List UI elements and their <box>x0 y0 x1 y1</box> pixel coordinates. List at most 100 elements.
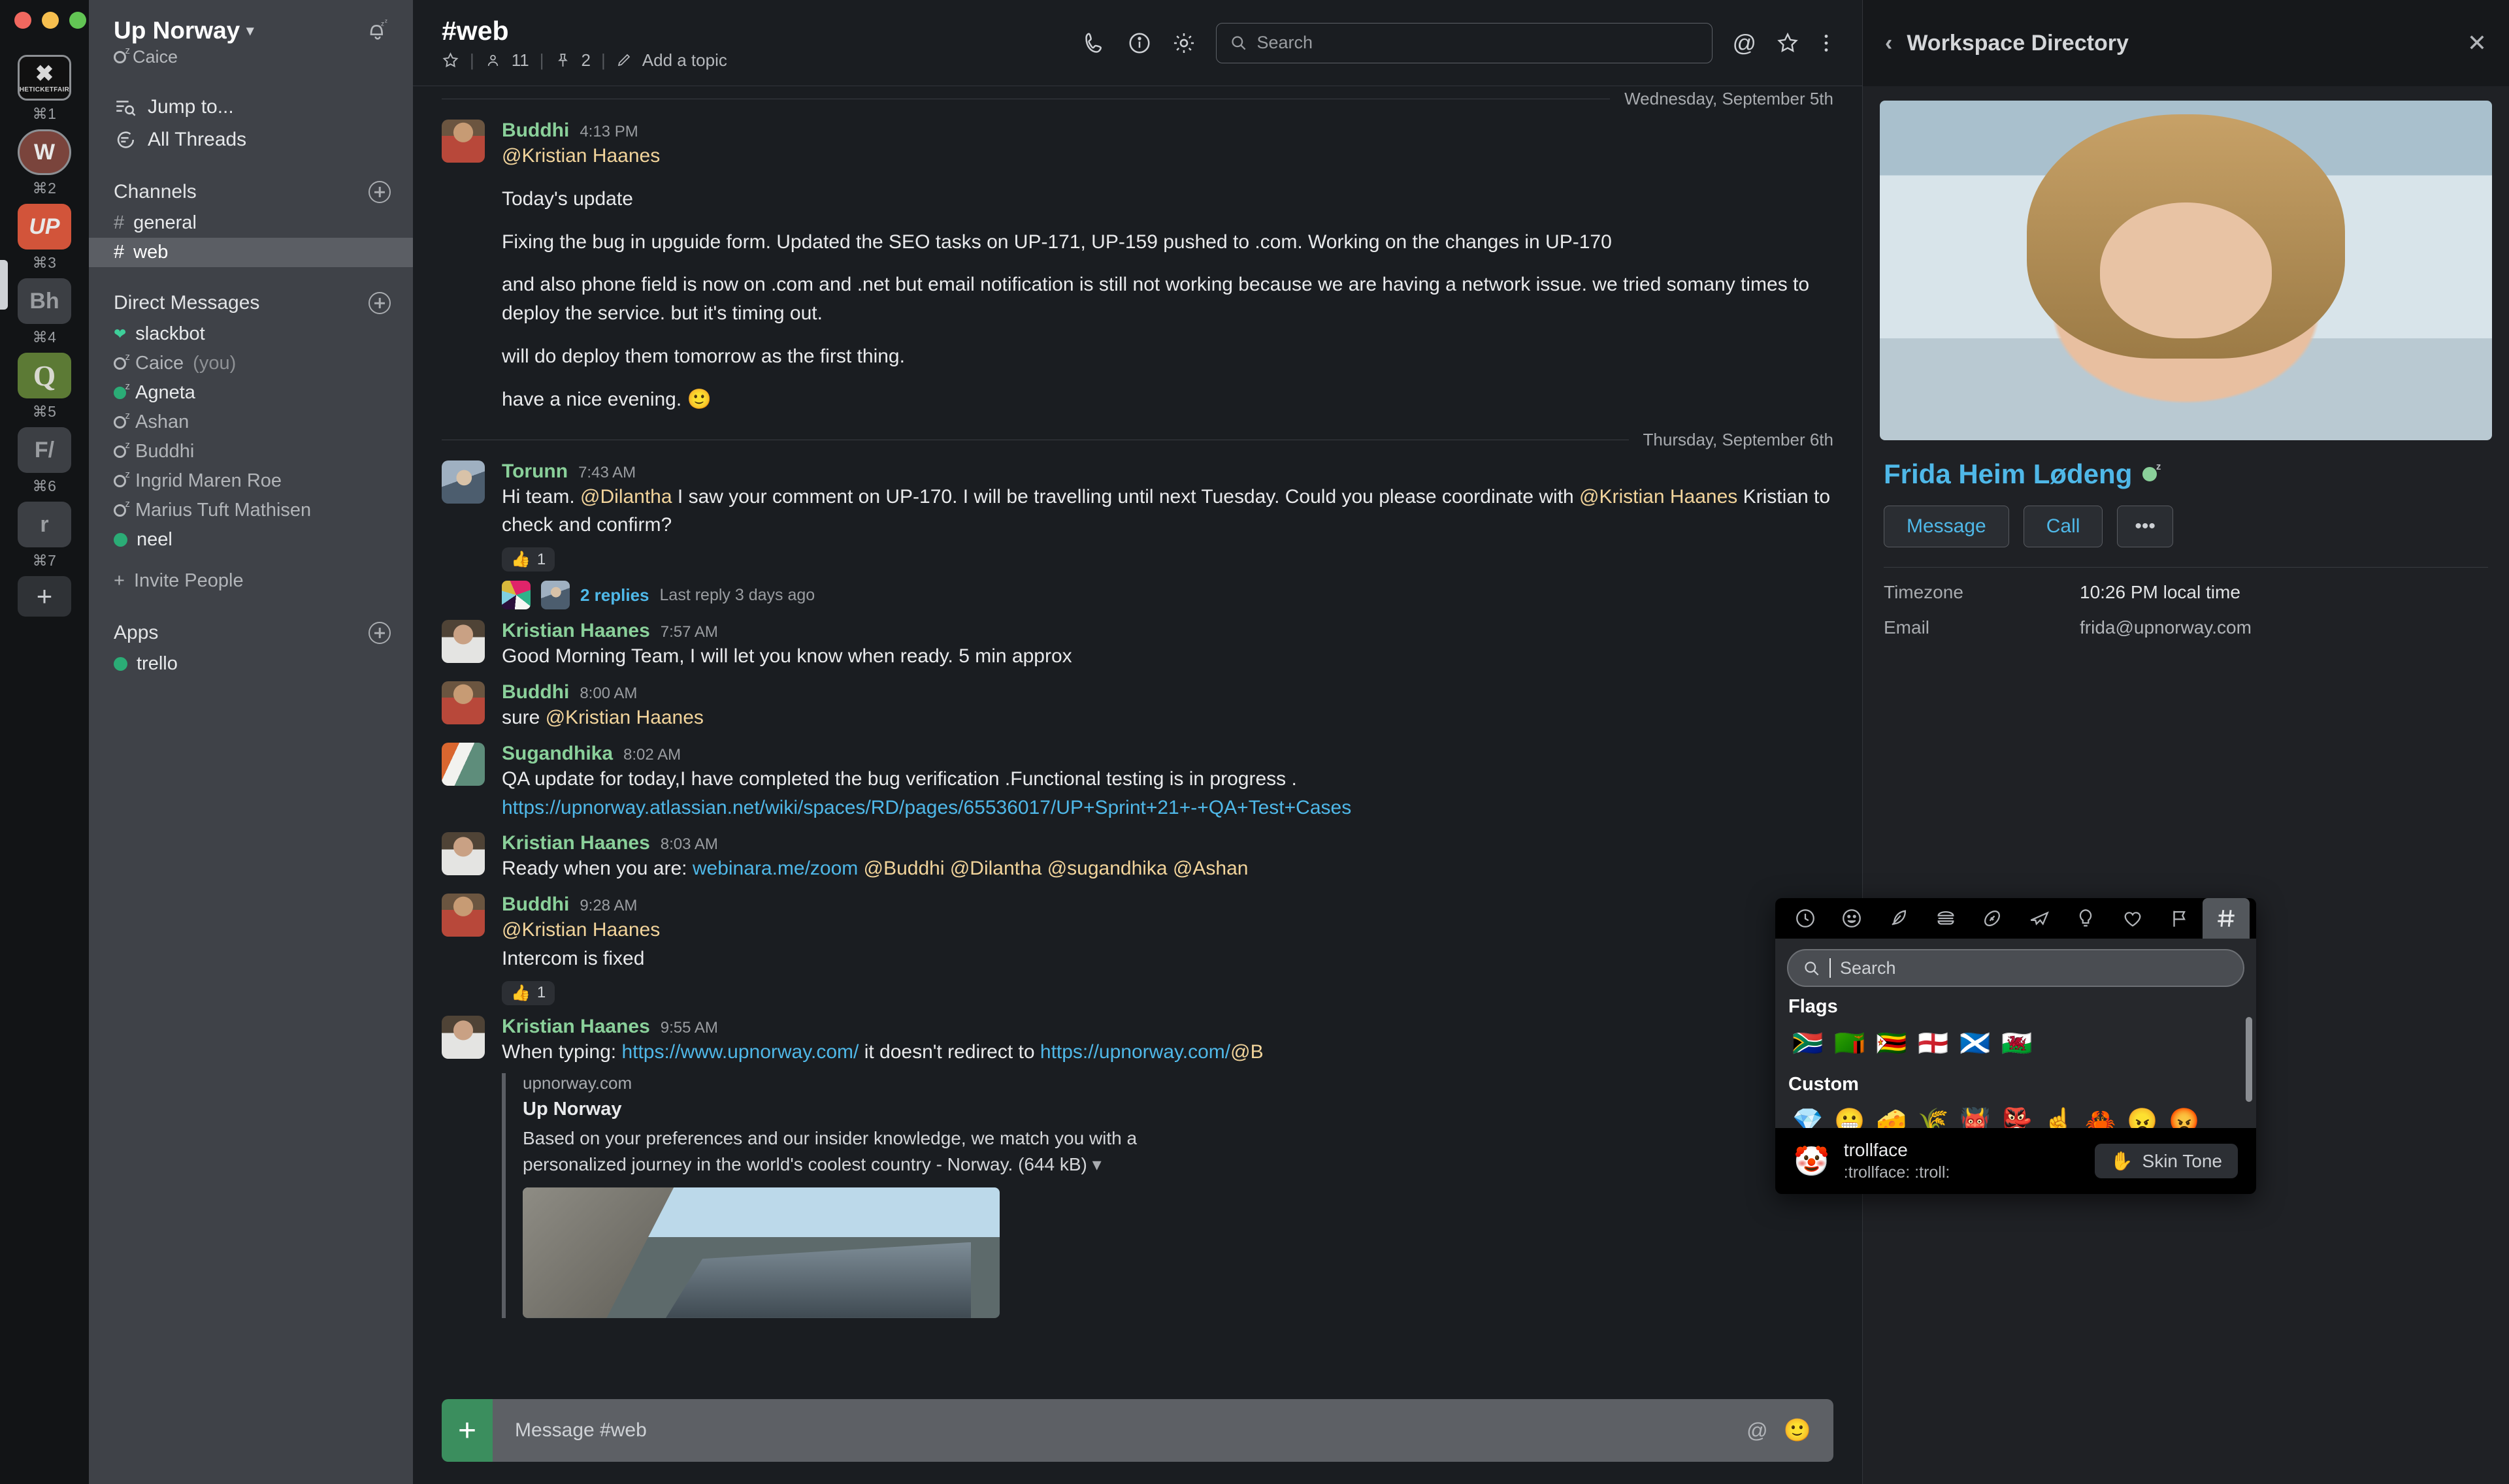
add-workspace-button[interactable]: + <box>18 576 71 617</box>
thread-summary[interactable]: 2 replies Last reply 3 days ago <box>502 581 1833 610</box>
message-author[interactable]: Kristian Haanes <box>502 832 650 854</box>
emoji-tab-symbols[interactable] <box>2109 898 2156 939</box>
reaction-pill[interactable]: 👍 1 <box>502 547 555 572</box>
message-mentions[interactable]: @Buddhi @Dilantha @sugandhika @Ashan <box>864 858 1249 879</box>
add-dm-icon[interactable] <box>369 292 391 314</box>
sidebar-item-caice[interactable]: Caice (you) <box>89 349 413 378</box>
emoji-cell[interactable]: 🌾 <box>1912 1101 1954 1128</box>
mentions-icon[interactable]: @ <box>1732 29 1756 57</box>
emoji-cell[interactable]: 🇿🇼 <box>1871 1023 1912 1065</box>
emoji-cell[interactable]: 😠 <box>2122 1101 2163 1128</box>
members-icon[interactable] <box>485 52 501 69</box>
emoji-picker[interactable]: Search Flags 🇿🇦 🇿🇲 🇿🇼 🏴󠁧󠁢󠁥󠁮󠁧󠁿 🏴󠁧󠁢󠁳󠁣󠁴󠁿 🏴󠁧… <box>1775 898 2256 1194</box>
message-link[interactable]: webinara.me/zoom <box>693 858 858 879</box>
avatar[interactable] <box>442 120 485 163</box>
emoji-cell[interactable]: 🏴󠁧󠁢󠁷󠁬󠁳󠁿 <box>1996 1023 2038 1065</box>
emoji-cell[interactable]: 🦀 <box>2080 1101 2122 1128</box>
message-row[interactable]: Sugandhika 8:02 AM QA update for today,I… <box>413 736 1862 826</box>
emoji-tab-objects[interactable] <box>2063 898 2110 939</box>
emoji-cell[interactable]: 🇿🇦 <box>1787 1023 1829 1065</box>
workspace-up-norway[interactable]: UP ⌘3 <box>18 204 71 272</box>
emoji-tab-custom[interactable] <box>2203 898 2250 939</box>
message-mention[interactable]: @Kristian Haanes <box>1579 486 1737 508</box>
sidebar-item-trello[interactable]: trello <box>89 649 413 679</box>
message-mention[interactable]: @Kristian Haanes <box>546 707 704 728</box>
message-link-primary[interactable]: https://www.upnorway.com/ <box>621 1041 859 1063</box>
message-author[interactable]: Sugandhika <box>502 743 613 765</box>
add-app-icon[interactable] <box>369 622 391 644</box>
pencil-icon[interactable] <box>616 52 632 68</box>
emoji-tab-nature[interactable] <box>1875 898 1922 939</box>
workspace-bh[interactable]: Bh ⌘4 <box>18 278 71 346</box>
emoji-cell[interactable]: 🏴󠁧󠁢󠁳󠁣󠁴󠁿 <box>1954 1023 1996 1065</box>
message-button[interactable]: Message <box>1884 506 2009 547</box>
starred-items-icon[interactable] <box>1776 31 1799 55</box>
pins-count[interactable]: 2 <box>582 50 591 71</box>
sidebar-item-slackbot[interactable]: ❤ slackbot <box>89 319 413 349</box>
unfurl-title[interactable]: Up Norway <box>523 1099 1833 1120</box>
avatar[interactable] <box>442 1015 485 1059</box>
message-mention[interactable]: @Kristian Haanes <box>502 142 1833 170</box>
avatar[interactable] <box>442 681 485 724</box>
message-author[interactable]: Kristian Haanes <box>502 1016 650 1038</box>
avatar[interactable] <box>442 620 485 664</box>
emoji-cell[interactable]: 🇿🇲 <box>1829 1023 1871 1065</box>
close-icon[interactable]: ✕ <box>2467 29 2487 57</box>
maximize-window-button[interactable] <box>69 12 86 29</box>
emoji-scrollbar[interactable] <box>2246 1017 2252 1102</box>
sidebar-item-web[interactable]: # web <box>89 238 413 267</box>
add-topic-button[interactable]: Add a topic <box>642 50 727 71</box>
caret-down-icon[interactable]: ▾ <box>1092 1154 1102 1174</box>
message-row[interactable]: Buddhi 9:28 AM @Kristian Haanes Intercom… <box>413 887 1862 1009</box>
emoji-grid-custom[interactable]: 💎 😬 🧀 🌾 👹 👺 ☝️ 🦀 😠 😡 😤 🤘 🤪 🐱 🐷 🏳️‍� <box>1787 1101 2244 1128</box>
message-row[interactable]: Torunn 7:43 AM Hi team. @Dilantha I saw … <box>413 454 1862 614</box>
link-unfurl[interactable]: upnorway.com Up Norway Based on your pre… <box>502 1073 1833 1318</box>
gear-icon[interactable] <box>1172 31 1196 56</box>
message-author[interactable]: Buddhi <box>502 894 569 916</box>
message-row[interactable]: Kristian Haanes 7:57 AM Good Morning Tea… <box>413 613 1862 675</box>
emoji-cell[interactable]: 👹 <box>1954 1101 1996 1128</box>
info-icon[interactable] <box>1127 31 1152 56</box>
members-count[interactable]: 11 <box>512 50 529 71</box>
skin-tone-button[interactable]: ✋ Skin Tone <box>2094 1144 2238 1178</box>
avatar[interactable] <box>442 832 485 876</box>
avatar[interactable] <box>442 742 485 786</box>
message-author[interactable]: Torunn <box>502 460 568 483</box>
mention-icon[interactable]: @ <box>1746 1419 1767 1443</box>
pin-icon[interactable] <box>555 52 571 69</box>
minimize-window-button[interactable] <box>42 12 59 29</box>
add-channel-icon[interactable] <box>369 181 391 203</box>
emoji-cell[interactable]: 👺 <box>1996 1101 2038 1128</box>
reaction-pill[interactable]: 👍 1 <box>502 980 555 1005</box>
message-author[interactable]: Kristian Haanes <box>502 620 650 642</box>
emoji-tab-food[interactable] <box>1922 898 1969 939</box>
emoji-cell[interactable]: 🏴󠁧󠁢󠁥󠁮󠁧󠁿 <box>1912 1023 1954 1065</box>
message-link[interactable]: https://upnorway.atlassian.net/wiki/spac… <box>502 794 1833 822</box>
emoji-picker-body[interactable]: Search Flags 🇿🇦 🇿🇲 🇿🇼 🏴󠁧󠁢󠁥󠁮󠁧󠁿 🏴󠁧󠁢󠁳󠁣󠁴󠁿 🏴󠁧… <box>1775 939 2256 1128</box>
search-input[interactable]: Search <box>1216 22 1713 63</box>
emoji-cell[interactable]: ☝️ <box>2038 1101 2080 1128</box>
message-mention-tail[interactable]: @B <box>1230 1041 1263 1063</box>
emoji-search-input[interactable]: Search <box>1787 949 2244 987</box>
sidebar-item-ingrid-maren-roe[interactable]: Ingrid Maren Roe <box>89 466 413 496</box>
message-list[interactable]: Wednesday, September 5th Buddhi 4:13 PM … <box>413 86 1862 1389</box>
message-row[interactable]: Kristian Haanes 8:03 AM Ready when you a… <box>413 826 1862 887</box>
sidebar-item-all-threads[interactable]: All Threads <box>89 123 413 156</box>
workspace-q[interactable]: Q ⌘5 <box>18 353 71 421</box>
sidebar-item-buddhi[interactable]: Buddhi <box>89 437 413 466</box>
field-value[interactable]: frida@upnorway.com <box>2080 617 2252 638</box>
chevron-left-icon[interactable]: ‹ <box>1885 31 1892 56</box>
emoji-cell[interactable]: 😡 <box>2163 1101 2205 1128</box>
message-row[interactable]: Buddhi 4:13 PM @Kristian Haanes Today's … <box>413 113 1862 418</box>
sidebar-item-agneta[interactable]: Agneta <box>89 378 413 408</box>
workspace-theticketfairy[interactable]: ✖ THETICKETFAIRY ⌘1 <box>18 55 71 123</box>
emoji-tab-activity[interactable] <box>1969 898 2016 939</box>
star-icon[interactable] <box>442 52 459 69</box>
message-mention[interactable]: @Kristian Haanes <box>502 916 1833 944</box>
message-input[interactable]: Message #web @ 🙂 <box>493 1399 1833 1462</box>
current-user-row[interactable]: Caice <box>89 44 413 67</box>
emoji-cell[interactable]: 😬 <box>1829 1101 1871 1128</box>
profile-photo[interactable] <box>1880 101 2492 440</box>
emoji-tab-smileys[interactable] <box>1829 898 1876 939</box>
message-row[interactable]: Kristian Haanes 9:55 AM When typing: htt… <box>413 1009 1862 1322</box>
